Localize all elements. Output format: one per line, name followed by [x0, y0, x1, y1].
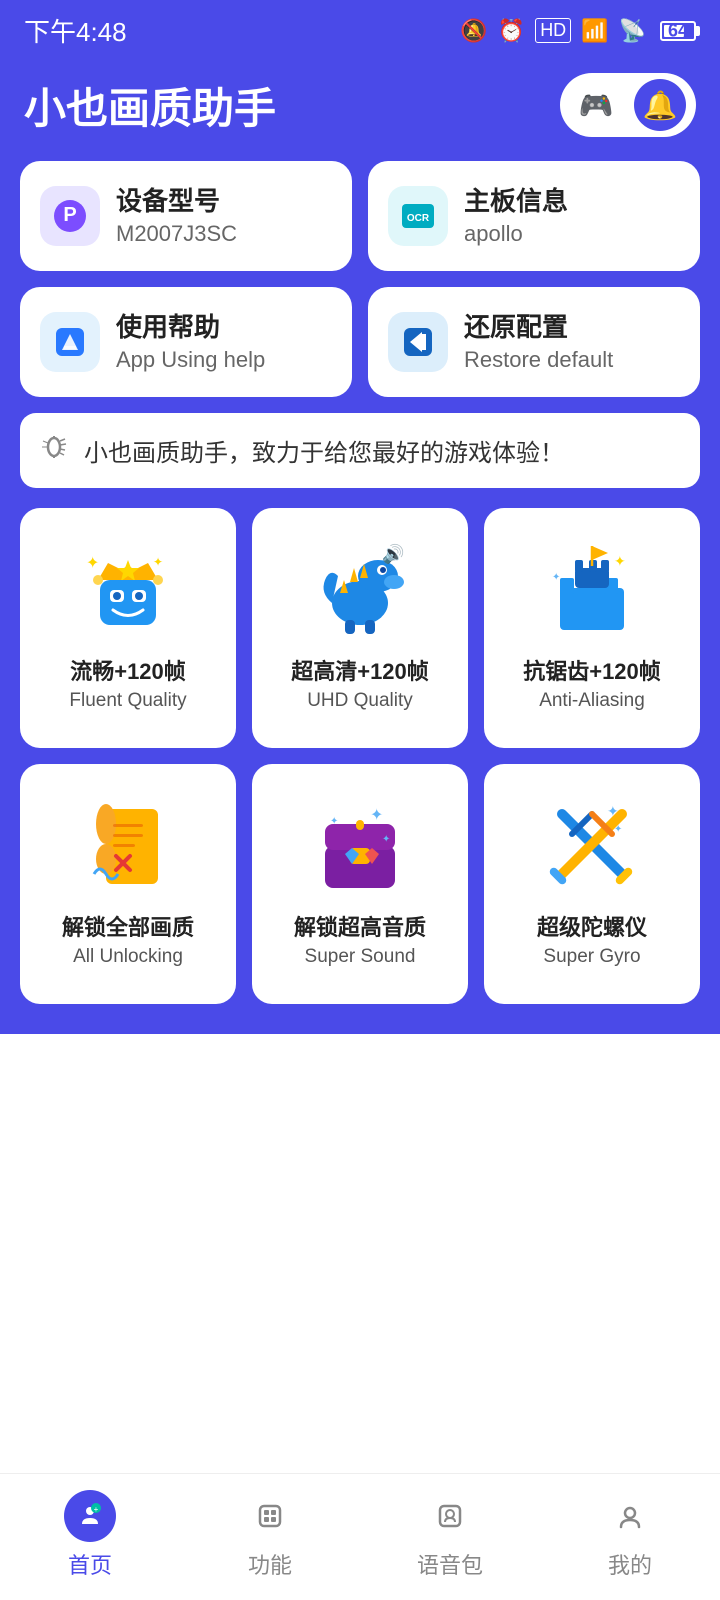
svg-text:✦: ✦ — [382, 834, 390, 845]
mute-icon: 🔕 — [460, 18, 487, 44]
action-cards-row: 使用帮助 App Using help 还原配置 Restore default — [20, 287, 700, 397]
anti-aliasing-title-en: Anti-Aliasing — [539, 690, 645, 712]
header-buttons: 🎮 🔔 — [560, 73, 696, 137]
svg-text:✦: ✦ — [607, 803, 619, 819]
uhd-quality-title-en: UHD Quality — [307, 690, 413, 712]
board-info-text: 主板信息 apollo — [464, 185, 568, 247]
device-model-label: 设备型号 — [116, 185, 237, 219]
all-unlocking-icon — [78, 794, 178, 894]
svg-text:OCR: OCR — [407, 213, 430, 224]
function-icon — [244, 1490, 296, 1542]
svg-text:✦: ✦ — [552, 572, 560, 583]
super-sound-title-cn: 解锁超高音质 — [294, 914, 426, 943]
restore-default-card[interactable]: 还原配置 Restore default — [368, 287, 700, 397]
fluent-quality-title-cn: 流畅+120帧 — [70, 658, 186, 687]
fluent-quality-title-en: Fluent Quality — [69, 690, 186, 712]
app-title: 小也画质助手 — [24, 75, 276, 136]
use-help-card[interactable]: 使用帮助 App Using help — [20, 287, 352, 397]
bottom-background — [0, 1034, 720, 1384]
anti-aliasing-card[interactable]: ✦ ✦ 抗锯齿+120帧 Anti-Aliasing — [484, 508, 700, 748]
bell-button[interactable]: 🔔 — [634, 79, 686, 131]
hd-icon: HD — [535, 18, 571, 43]
all-unlocking-title-cn: 解锁全部画质 — [62, 914, 194, 943]
svg-text:✦: ✦ — [86, 555, 99, 572]
status-bar: 下午4:48 🔕 ⏰ HD 📶 📡 64 — [0, 0, 720, 57]
info-cards-row: P 设备型号 M2007J3SC OCR 主板信息 apollo — [20, 161, 700, 271]
super-gyro-icon: ✦ ✦ — [542, 794, 642, 894]
super-sound-title-en: Super Sound — [305, 946, 416, 968]
uhd-quality-card[interactable]: 🔊 超高清+120帧 UHD Quality — [252, 508, 468, 748]
wifi-icon: 📡 — [619, 18, 646, 44]
nav-mine-label: 我的 — [608, 1548, 652, 1580]
svg-text:+: + — [94, 1505, 99, 1514]
restore-default-value: Restore default — [464, 347, 613, 373]
svg-text:✦: ✦ — [614, 824, 622, 835]
device-model-text: 设备型号 M2007J3SC — [116, 185, 237, 247]
use-help-text: 使用帮助 App Using help — [116, 311, 265, 373]
bottom-nav: + 首页 功能 语音包 — [0, 1473, 720, 1600]
use-help-value: App Using help — [116, 347, 265, 373]
restore-default-icon — [388, 312, 448, 372]
anti-aliasing-title-cn: 抗锯齿+120帧 — [523, 658, 661, 687]
svg-text:🔊: 🔊 — [382, 543, 404, 565]
status-time: 下午4:48 — [24, 12, 127, 49]
feature-grid: ✦ ✦ 流畅+120帧 Fluent Quality — [20, 508, 700, 1004]
super-sound-icon: ✦ ✦ ✦ — [310, 794, 410, 894]
nav-mine[interactable]: 我的 — [540, 1490, 720, 1580]
notice-bar: 小也画质助手，致力于给您最好的游戏体验！ — [20, 413, 700, 488]
device-model-icon: P — [40, 186, 100, 246]
nav-function[interactable]: 功能 — [180, 1490, 360, 1580]
all-unlocking-card[interactable]: 解锁全部画质 All Unlocking — [20, 764, 236, 1004]
anti-aliasing-icon: ✦ ✦ — [542, 538, 642, 638]
super-gyro-title-en: Super Gyro — [543, 946, 640, 968]
use-help-icon — [40, 312, 100, 372]
main-content: P 设备型号 M2007J3SC OCR 主板信息 apollo — [0, 161, 720, 1034]
svg-text:✦: ✦ — [153, 555, 163, 569]
uhd-quality-title-cn: 超高清+120帧 — [291, 658, 429, 687]
super-sound-card[interactable]: ✦ ✦ ✦ 解锁超高音质 Super Sound — [252, 764, 468, 1004]
fluent-quality-icon: ✦ ✦ — [78, 538, 178, 638]
nav-home-label: 首页 — [68, 1548, 112, 1580]
board-info-card[interactable]: OCR 主板信息 apollo — [368, 161, 700, 271]
restore-default-text: 还原配置 Restore default — [464, 311, 613, 373]
header: 小也画质助手 🎮 🔔 — [0, 57, 720, 161]
status-icons: 🔕 ⏰ HD 📶 📡 64 — [460, 18, 696, 44]
nav-function-label: 功能 — [248, 1548, 292, 1580]
uhd-quality-icon: 🔊 — [310, 538, 410, 638]
nav-home[interactable]: + 首页 — [0, 1490, 180, 1580]
nav-voice-pack[interactable]: 语音包 — [360, 1490, 540, 1580]
fluent-quality-card[interactable]: ✦ ✦ 流畅+120帧 Fluent Quality — [20, 508, 236, 748]
notice-icon — [40, 431, 72, 470]
super-gyro-card[interactable]: ✦ ✦ 超级陀螺仪 Super Gyro — [484, 764, 700, 1004]
battery-icon: 64 — [660, 21, 696, 41]
device-model-card[interactable]: P 设备型号 M2007J3SC — [20, 161, 352, 271]
mine-icon — [604, 1490, 656, 1542]
notice-text: 小也画质助手，致力于给您最好的游戏体验！ — [84, 433, 564, 468]
alarm-icon: ⏰ — [498, 18, 525, 44]
svg-text:✦: ✦ — [614, 553, 626, 569]
voice-pack-icon — [424, 1490, 476, 1542]
game-button[interactable]: 🎮 — [570, 79, 622, 131]
restore-default-label: 还原配置 — [464, 311, 613, 345]
svg-text:✦: ✦ — [330, 816, 338, 827]
nav-voice-pack-label: 语音包 — [417, 1548, 483, 1580]
board-info-icon: OCR — [388, 186, 448, 246]
board-info-label: 主板信息 — [464, 185, 568, 219]
svg-text:P: P — [63, 204, 76, 226]
board-info-value: apollo — [464, 221, 568, 247]
device-model-value: M2007J3SC — [116, 221, 237, 247]
all-unlocking-title-en: All Unlocking — [73, 946, 183, 968]
home-icon: + — [64, 1490, 116, 1542]
svg-text:✦: ✦ — [370, 807, 383, 824]
use-help-label: 使用帮助 — [116, 311, 265, 345]
signal-icon: 📶 — [581, 18, 608, 44]
super-gyro-title-cn: 超级陀螺仪 — [537, 914, 647, 943]
